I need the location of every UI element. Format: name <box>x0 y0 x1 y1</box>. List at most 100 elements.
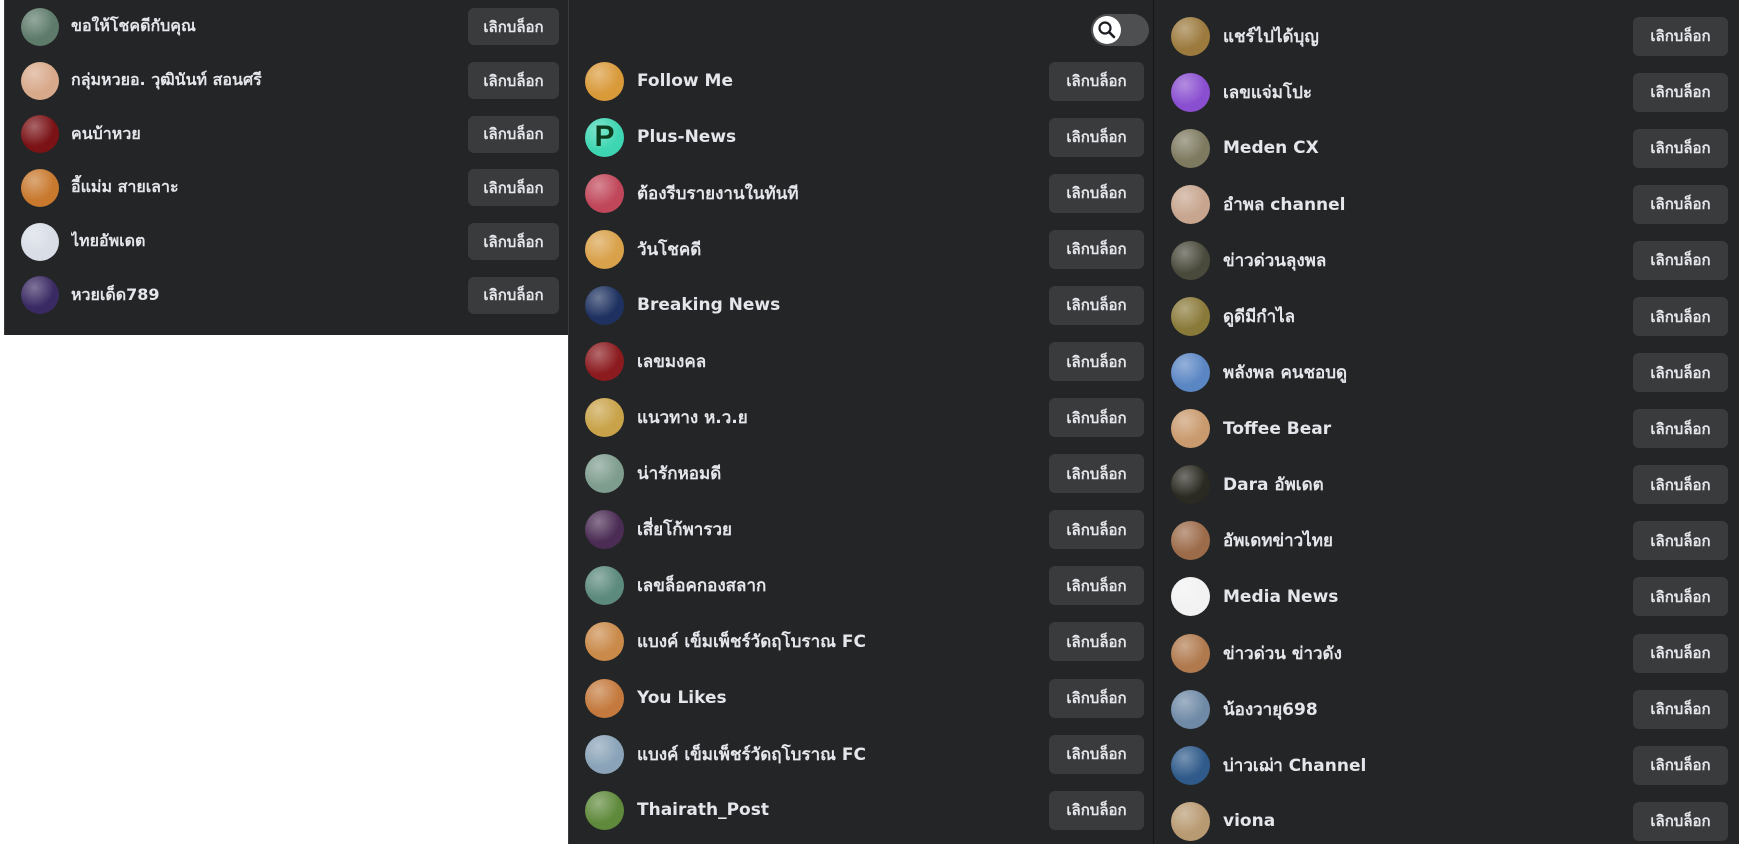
page-name[interactable]: Meden CX <box>1223 138 1633 158</box>
avatar[interactable] <box>585 566 624 606</box>
unblock-button[interactable]: เลิกบล็อก <box>1049 342 1144 382</box>
page-name[interactable]: Dara อัพเดต <box>1223 471 1633 498</box>
unblock-button[interactable]: เลิกบล็อก <box>468 62 559 100</box>
page-name[interactable]: แบงค์ เข็มเพ็ชร์วัดฤโบราณ FC <box>637 741 1049 768</box>
avatar[interactable] <box>1171 521 1210 561</box>
page-name[interactable]: Plus-News <box>637 127 1049 147</box>
avatar[interactable] <box>1171 240 1210 280</box>
avatar[interactable] <box>1171 801 1210 841</box>
unblock-button[interactable]: เลิกบล็อก <box>1049 117 1144 157</box>
page-name[interactable]: Breaking News <box>637 295 1049 315</box>
unblock-button[interactable]: เลิกบล็อก <box>1049 285 1144 325</box>
page-name[interactable]: You Likes <box>637 688 1049 708</box>
unblock-button[interactable]: เลิกบล็อก <box>468 223 559 261</box>
unblock-button[interactable]: เลิกบล็อก <box>1049 678 1144 718</box>
page-name[interactable]: น่ารักหอมดี <box>637 460 1049 487</box>
unblock-button[interactable]: เลิกบล็อก <box>1633 184 1728 224</box>
avatar[interactable] <box>21 7 59 46</box>
page-name[interactable]: แนวทาง ห.ว.ย <box>637 404 1049 431</box>
unblock-button[interactable]: เลิกบล็อก <box>1633 689 1728 729</box>
unblock-button[interactable]: เลิกบล็อก <box>1049 61 1144 101</box>
unblock-button[interactable]: เลิกบล็อก <box>468 169 559 207</box>
avatar[interactable] <box>585 229 624 269</box>
avatar[interactable] <box>1171 72 1210 112</box>
avatar[interactable] <box>1171 633 1210 673</box>
unblock-button[interactable]: เลิกบล็อก <box>468 8 559 46</box>
unblock-button[interactable]: เลิกบล็อก <box>468 115 559 153</box>
unblock-button[interactable]: เลิกบล็อก <box>1049 173 1144 213</box>
avatar[interactable] <box>1171 184 1210 224</box>
avatar[interactable] <box>1171 128 1210 168</box>
unblock-button[interactable]: เลิกบล็อก <box>1633 353 1728 393</box>
unblock-button[interactable]: เลิกบล็อก <box>1633 128 1728 168</box>
page-name[interactable]: อี้แม่ม สายเลาะ <box>71 175 468 200</box>
page-name[interactable]: เลขล็อคกองสลาก <box>637 572 1049 599</box>
page-name[interactable]: ขอให้โชคดีกับคุณ <box>71 14 468 39</box>
page-name[interactable]: เสี่ยโก้พารวย <box>637 516 1049 543</box>
avatar[interactable] <box>585 398 624 438</box>
page-name[interactable]: อัพเดทข่าวไทย <box>1223 527 1633 554</box>
page-name[interactable]: วันโชคดี <box>637 236 1049 263</box>
avatar[interactable] <box>1171 465 1210 505</box>
unblock-button[interactable]: เลิกบล็อก <box>1049 398 1144 438</box>
unblock-button[interactable]: เลิกบล็อก <box>1633 465 1728 505</box>
page-name[interactable]: แชร์ไปได้บุญ <box>1223 23 1633 50</box>
unblock-button[interactable]: เลิกบล็อก <box>1633 240 1728 280</box>
avatar[interactable] <box>585 285 624 325</box>
page-name[interactable]: บ่าวเฌ่า Channel <box>1223 752 1633 779</box>
unblock-button[interactable]: เลิกบล็อก <box>1633 72 1728 112</box>
avatar[interactable] <box>21 222 59 261</box>
page-name[interactable]: เลขมงคล <box>637 348 1049 375</box>
page-name[interactable]: Media News <box>1223 587 1633 607</box>
avatar[interactable] <box>585 454 624 494</box>
page-name[interactable]: Follow Me <box>637 71 1049 91</box>
avatar[interactable] <box>1171 577 1210 617</box>
unblock-button[interactable]: เลิกบล็อก <box>1633 633 1728 673</box>
avatar[interactable] <box>585 510 624 550</box>
unblock-button[interactable]: เลิกบล็อก <box>1633 521 1728 561</box>
unblock-button[interactable]: เลิกบล็อก <box>1049 734 1144 774</box>
avatar[interactable] <box>1171 409 1210 449</box>
unblock-button[interactable]: เลิกบล็อก <box>1049 622 1144 662</box>
avatar[interactable] <box>585 734 624 774</box>
page-name[interactable]: Thairath_Post <box>637 800 1049 820</box>
avatar[interactable] <box>21 276 59 315</box>
page-name[interactable]: Toffee Bear <box>1223 419 1633 439</box>
avatar[interactable] <box>1171 16 1210 56</box>
avatar[interactable] <box>21 115 59 154</box>
search-toggle[interactable] <box>1091 14 1149 46</box>
avatar[interactable] <box>21 61 59 100</box>
page-name[interactable]: ข่าวด่วนลุงพล <box>1223 247 1633 274</box>
page-name[interactable]: ข่าวด่วน ข่าวดัง <box>1223 640 1633 667</box>
page-name[interactable]: ดูดีมีกำไล <box>1223 303 1633 330</box>
unblock-button[interactable]: เลิกบล็อก <box>1633 801 1728 841</box>
avatar[interactable] <box>1171 689 1210 729</box>
page-name[interactable]: อำพล channel <box>1223 191 1633 218</box>
avatar[interactable] <box>585 173 624 213</box>
page-name[interactable]: พลังพล คนชอบดู <box>1223 359 1633 386</box>
avatar[interactable] <box>585 61 624 101</box>
unblock-button[interactable]: เลิกบล็อก <box>1049 454 1144 494</box>
unblock-button[interactable]: เลิกบล็อก <box>1633 16 1728 56</box>
page-name[interactable]: แบงค์ เข็มเพ็ชร์วัดฤโบราณ FC <box>637 628 1049 655</box>
unblock-button[interactable]: เลิกบล็อก <box>1049 510 1144 550</box>
unblock-button[interactable]: เลิกบล็อก <box>1049 566 1144 606</box>
page-name[interactable]: เลขแจ่มโปะ <box>1223 79 1633 106</box>
unblock-button[interactable]: เลิกบล็อก <box>1049 790 1144 830</box>
avatar[interactable] <box>1171 745 1210 785</box>
page-name[interactable]: ไทยอัพเดต <box>71 229 468 254</box>
page-name[interactable]: คนบ้าหวย <box>71 122 468 147</box>
avatar[interactable] <box>585 342 624 382</box>
unblock-button[interactable]: เลิกบล็อก <box>1633 745 1728 785</box>
unblock-button[interactable]: เลิกบล็อก <box>468 276 559 314</box>
unblock-button[interactable]: เลิกบล็อก <box>1633 297 1728 337</box>
page-name[interactable]: กลุ่มหวยอ. วุฒินันท์ สอนศรี <box>71 68 468 93</box>
avatar[interactable] <box>1171 353 1210 393</box>
unblock-button[interactable]: เลิกบล็อก <box>1633 409 1728 449</box>
page-name[interactable]: น้องวายุ698 <box>1223 696 1633 723</box>
avatar[interactable]: P <box>585 117 624 157</box>
page-name[interactable]: หวยเด็ด789 <box>71 283 468 308</box>
page-name[interactable]: viona <box>1223 811 1633 831</box>
unblock-button[interactable]: เลิกบล็อก <box>1049 229 1144 269</box>
avatar[interactable] <box>21 168 59 207</box>
